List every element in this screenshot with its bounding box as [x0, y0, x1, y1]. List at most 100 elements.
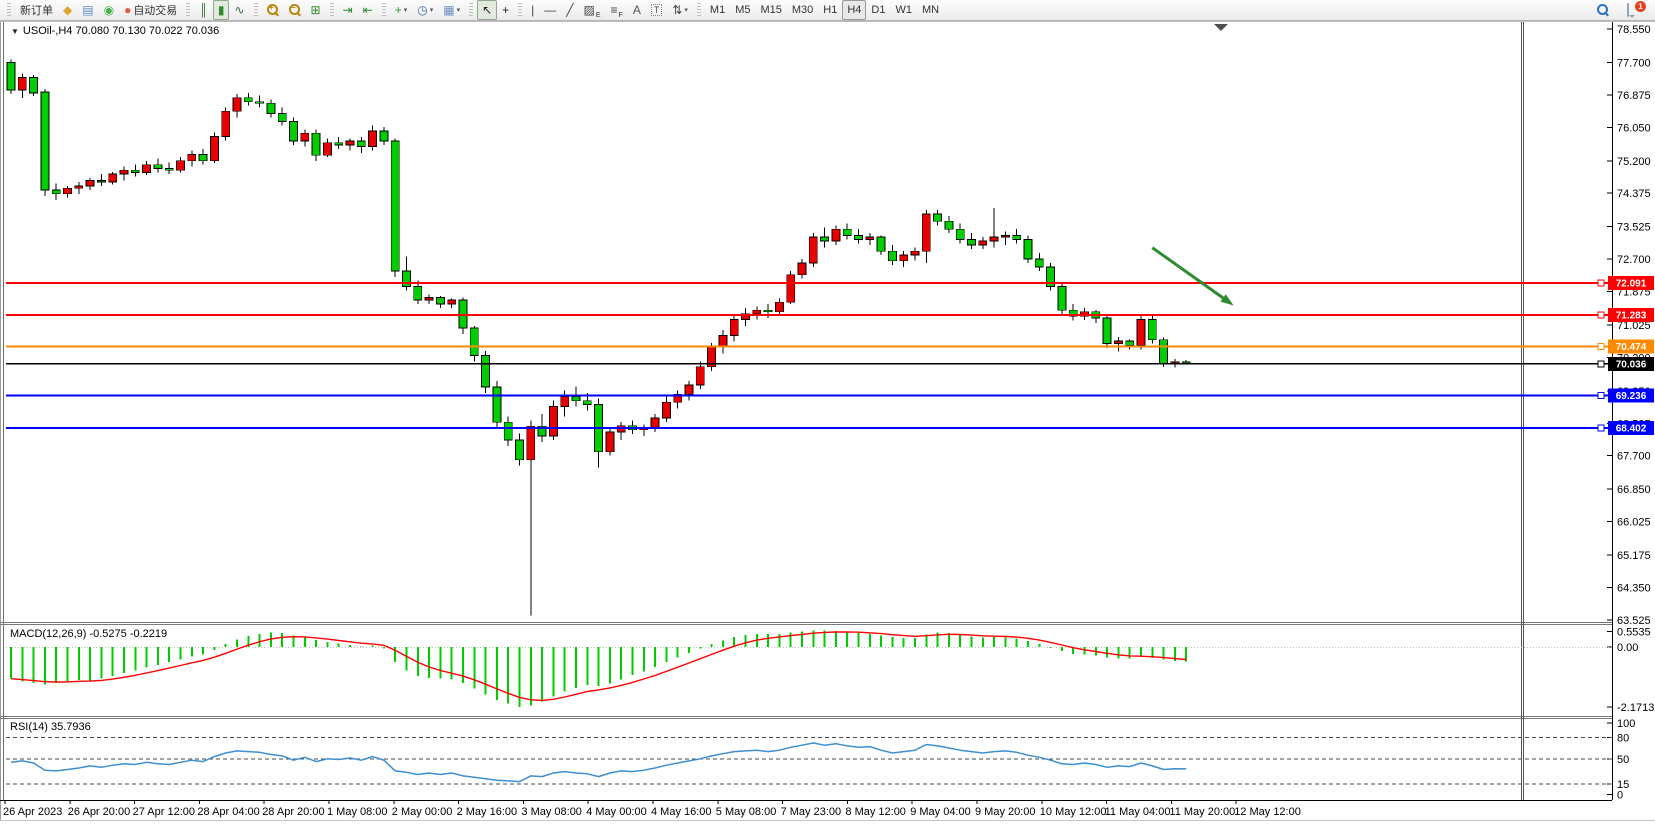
price-level-line-68.402[interactable]: 68.402	[6, 421, 1654, 435]
price-level-badge-label: 70.036	[1616, 359, 1647, 370]
toolbar-grip-timeframes[interactable]	[697, 3, 701, 17]
time-tick-label: 11 May 20:00	[1169, 806, 1235, 818]
price-tick-label: 74.375	[1617, 188, 1651, 200]
cursor-icon: ↖	[482, 4, 492, 16]
search-icon[interactable]	[1592, 0, 1614, 20]
price-level-badge-label: 70.474	[1616, 342, 1647, 353]
fibonacci-icon[interactable]: ≡F	[606, 0, 628, 20]
price-level-line-70.036[interactable]: 70.036	[6, 357, 1654, 371]
tf-w1[interactable]: W1	[890, 0, 917, 20]
toolbar-grip-objects[interactable]	[518, 3, 522, 17]
line-chart-icon[interactable]: ∿	[229, 0, 249, 20]
text-icon[interactable]: A	[628, 0, 646, 20]
time-tick-label: 26 Apr 20:00	[68, 806, 130, 818]
tf-w1-label: W1	[895, 4, 912, 16]
horizontal-line-icon[interactable]: —	[539, 0, 561, 20]
toolbar-grip-pointer[interactable]	[469, 3, 473, 17]
tf-d1[interactable]: D1	[866, 0, 890, 20]
notifications-icon[interactable]: 1	[1622, 0, 1646, 20]
tf-m1[interactable]: M1	[705, 0, 730, 20]
indicators-icon[interactable]: +▾	[390, 0, 413, 20]
periods-icon-dropdown-arrow[interactable]: ▾	[430, 6, 434, 14]
channel-icon-sub: E	[596, 12, 601, 19]
auto-scroll-icon[interactable]: ⇥	[338, 0, 358, 20]
collapse-arrow-icon[interactable]: ▼	[11, 27, 19, 36]
notification-badge: 1	[1635, 1, 1646, 12]
time-tick-label: 3 May 08:00	[521, 806, 582, 818]
channel-icon[interactable]: ▨E	[579, 0, 606, 20]
new-order-button-label: 新订单	[20, 2, 53, 18]
price-level-line-71.283[interactable]: 71.283	[6, 308, 1654, 322]
chart-shift-icon[interactable]: ⇤	[358, 0, 378, 20]
tf-m5[interactable]: M5	[730, 0, 755, 20]
new-order-button[interactable]: 新订单	[15, 0, 58, 20]
toolbar-grip-scroll[interactable]	[330, 3, 334, 17]
price-tick-label: 67.700	[1617, 451, 1651, 463]
trendline-icon[interactable]: ╱	[561, 0, 578, 20]
vertical-line-icon: |	[531, 4, 534, 16]
fibonacci-icon: ≡	[611, 4, 618, 16]
toolbar-right: 1	[1592, 0, 1652, 20]
templates-icon-dropdown-arrow[interactable]: ▾	[457, 6, 461, 14]
auto-scroll-icon: ⇥	[343, 4, 353, 16]
toolbar-grip-add-tools[interactable]	[382, 3, 386, 17]
indicators-icon: +	[395, 4, 402, 16]
time-axis[interactable]: 26 Apr 202326 Apr 20:0027 Apr 12:0028 Ap…	[3, 800, 1301, 818]
periods-icon[interactable]: ◷▾	[412, 0, 438, 20]
tf-mn[interactable]: MN	[917, 0, 944, 20]
chart-canvas[interactable]: 78.55077.70076.87576.05075.20074.37573.5…	[0, 0, 1655, 824]
tf-m15[interactable]: M15	[755, 0, 786, 20]
market-watch-icon[interactable]: ◆	[58, 0, 77, 20]
price-axis[interactable]: 78.55077.70076.87576.05075.20074.37573.5…	[1607, 24, 1654, 802]
toolbar-grip-trade[interactable]	[7, 3, 11, 17]
price-level-line-69.236[interactable]: 69.236	[6, 388, 1654, 402]
tile-windows-icon[interactable]: ⊞	[306, 0, 326, 20]
toolbar-grip-chart-types[interactable]	[186, 3, 190, 17]
crosshair-icon: +	[502, 4, 509, 16]
signals-icon[interactable]: ◉	[99, 0, 119, 20]
autotrading-button[interactable]: ●自动交易	[119, 0, 182, 20]
tf-mn-label: MN	[922, 4, 939, 16]
cursor-icon[interactable]: ↖	[477, 0, 497, 20]
chart-shift-marker[interactable]	[1214, 24, 1228, 31]
time-tick-label: 8 May 12:00	[845, 806, 906, 818]
vertical-line-object[interactable]	[1522, 22, 1524, 800]
rsi-line	[11, 743, 1186, 782]
text-label-icon: T	[651, 4, 663, 16]
tile-windows-icon: ⊞	[311, 4, 321, 16]
tf-m5-label: M5	[735, 4, 750, 16]
arrows-icon-dropdown-arrow[interactable]: ▾	[684, 6, 688, 14]
tf-h4[interactable]: H4	[842, 0, 866, 20]
bar-chart-icon[interactable]: ║	[194, 0, 213, 20]
trend-arrow[interactable]	[1152, 248, 1233, 306]
mt4-window: 78.55077.70076.87576.05075.20074.37573.5…	[0, 0, 1655, 824]
price-tick-label: 78.550	[1617, 24, 1651, 36]
vertical-line-icon[interactable]: |	[526, 0, 539, 20]
candlestick-chart-icon[interactable]: ▮	[213, 0, 230, 20]
price-level-line-72.091[interactable]: 72.091	[6, 276, 1654, 290]
zoom-out-icon[interactable]: −	[284, 0, 306, 20]
price-level-line-70.474[interactable]: 70.474	[6, 340, 1654, 354]
bar-chart-icon: ║	[199, 4, 208, 16]
navigator-icon[interactable]: ▤	[77, 0, 98, 20]
rsi-pane-separator[interactable]	[0, 717, 1612, 719]
templates-icon: ▦	[443, 4, 454, 16]
templates-icon[interactable]: ▦▾	[438, 0, 465, 20]
crosshair-icon[interactable]: +	[497, 0, 514, 20]
text-label-icon[interactable]: T	[646, 0, 668, 20]
price-tick-label: 75.200	[1617, 156, 1651, 168]
arrows-icon[interactable]: ⇅▾	[667, 0, 693, 20]
signals-icon: ◉	[104, 4, 114, 16]
macd-indicator-label: MACD(12,26,9) -0.5275 -0.2219	[10, 628, 167, 640]
indicators-icon-dropdown-arrow[interactable]: ▾	[404, 6, 408, 14]
tf-m30[interactable]: M30	[787, 0, 818, 20]
zoom-in-icon[interactable]: +	[262, 0, 284, 20]
price-tick-label: 65.175	[1617, 550, 1651, 562]
toolbar-grip-zoom[interactable]	[254, 3, 258, 17]
tf-h1-label: H1	[823, 4, 837, 16]
time-tick-label: 27 Apr 12:00	[133, 806, 195, 818]
time-tick-label: 2 May 00:00	[392, 806, 453, 818]
macd-pane-separator[interactable]	[0, 623, 1612, 625]
time-tick-label: 11 May 04:00	[1105, 806, 1171, 818]
tf-h1[interactable]: H1	[818, 0, 842, 20]
